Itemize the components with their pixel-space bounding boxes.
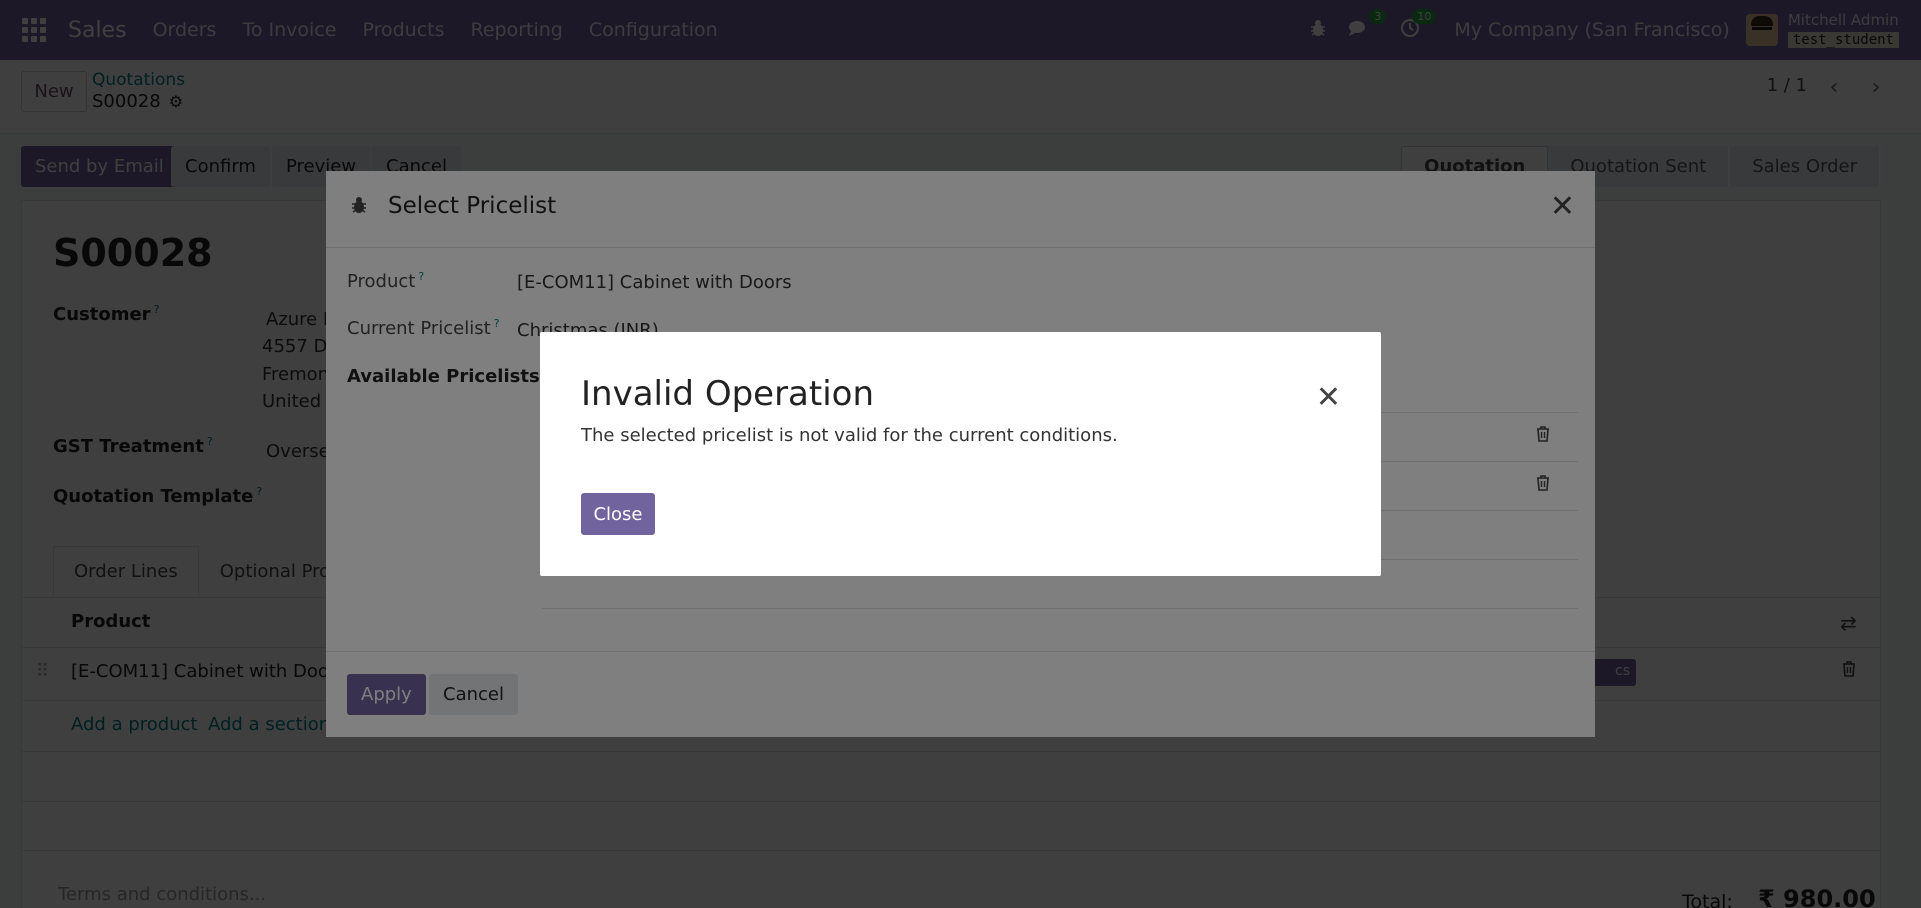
invalid-operation-dialog: Invalid Operation ✕ The selected priceli…: [540, 332, 1381, 576]
close-button[interactable]: Close: [581, 493, 655, 535]
error-dialog-title: Invalid Operation: [581, 374, 875, 414]
error-message: The selected pricelist is not valid for …: [581, 425, 1118, 446]
close-icon[interactable]: ✕: [1316, 380, 1341, 415]
